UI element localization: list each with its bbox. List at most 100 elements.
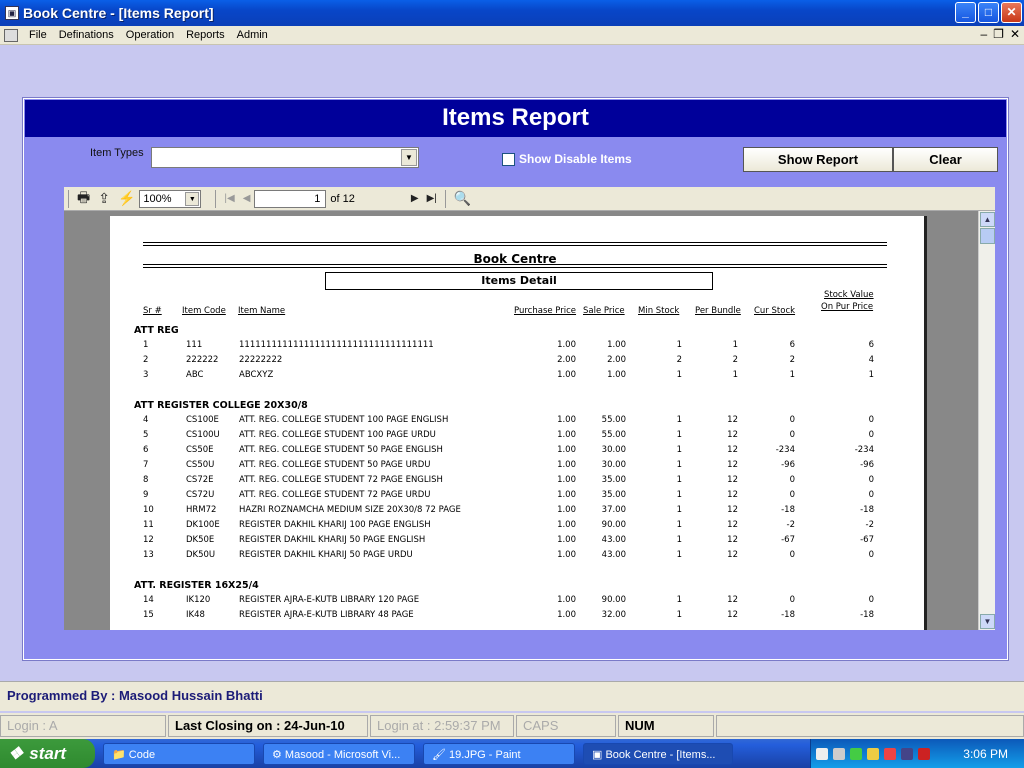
- cell-name: REGISTER DAKHIL KHARIJ 100 PAGE ENGLISH: [239, 520, 431, 530]
- app-icon[interactable]: ▣: [5, 6, 19, 20]
- child-close-icon[interactable]: ✕: [1010, 27, 1020, 41]
- status-caps: CAPS: [516, 715, 616, 737]
- network-icon[interactable]: [816, 747, 828, 760]
- cell-min: 1: [676, 505, 682, 515]
- cell-name: ATT. REG. COLLEGE STUDENT 100 PAGE ENGLI…: [239, 415, 449, 425]
- menu-file[interactable]: File: [23, 29, 53, 41]
- col-stock-value: Stock Value: [824, 290, 874, 300]
- cell-cur: 0: [789, 490, 795, 500]
- first-page-icon[interactable]: |◀: [224, 193, 234, 204]
- cell-sp: 35.00: [601, 475, 626, 485]
- start-button[interactable]: ❖ start: [0, 739, 95, 768]
- scroll-down-icon[interactable]: ▼: [980, 614, 995, 629]
- table-row: 10 HRM72 HAZRI ROZNAMCHA MEDIUM SIZE 20X30…: [110, 505, 924, 519]
- cell-sp: 55.00: [601, 430, 626, 440]
- title-bar: ▣ Book Centre - [Items Report] _ □ ✕: [0, 0, 1024, 26]
- cell-pp: 1.00: [557, 520, 576, 530]
- clear-button[interactable]: Clear: [893, 147, 998, 172]
- cell-sv: -2: [865, 520, 874, 530]
- tray-icon[interactable]: [884, 747, 896, 760]
- scroll-thumb[interactable]: [980, 228, 995, 244]
- cell-code: DK50E: [186, 535, 215, 545]
- scroll-up-icon[interactable]: ▲: [980, 212, 995, 227]
- show-disable-label: Show Disable Items: [519, 152, 632, 166]
- cell-per: 12: [727, 490, 738, 500]
- cell-sv: -234: [854, 445, 874, 455]
- tray-icon[interactable]: [833, 747, 845, 760]
- menu-reports[interactable]: Reports: [180, 29, 231, 41]
- close-button[interactable]: ✕: [1001, 2, 1022, 23]
- cell-pp: 1.00: [557, 550, 576, 560]
- cell-sr: 2: [143, 355, 149, 365]
- next-page-icon[interactable]: ▶: [411, 193, 419, 204]
- cell-per: 12: [727, 610, 738, 620]
- page-number-input[interactable]: 1: [254, 189, 327, 208]
- task-label: Masood - Microsoft Vi...: [284, 748, 401, 761]
- window-title: Book Centre - [Items Report]: [23, 5, 214, 21]
- cell-min: 1: [676, 370, 682, 380]
- cell-sr: 9: [143, 490, 149, 500]
- col-sale: Sale Price: [583, 306, 625, 316]
- show-disable-checkbox[interactable]: Show Disable Items: [502, 152, 632, 166]
- cell-cur: -234: [775, 445, 795, 455]
- item-types-select[interactable]: ▼: [151, 147, 419, 168]
- table-row: 2 222222 22222222 2.00 2.00 2 2 2 4: [110, 355, 924, 369]
- cell-cur: -18: [781, 610, 795, 620]
- task-book-centre[interactable]: ▣ Book Centre - [Items...: [583, 742, 733, 765]
- programmed-by: Programmed By : Masood Hussain Bhatti: [0, 681, 1024, 711]
- task-code[interactable]: 📁 Code: [103, 742, 255, 765]
- cell-sv: -67: [860, 535, 874, 545]
- cell-sr: 15: [143, 610, 154, 620]
- child-restore-icon[interactable]: ❐: [993, 27, 1004, 41]
- cell-per: 12: [727, 445, 738, 455]
- search-binoculars-icon[interactable]: 🔍: [454, 190, 471, 207]
- col-on-pur-price: On Pur Price: [821, 302, 874, 312]
- zoom-select[interactable]: 100% ▼: [139, 189, 202, 208]
- tray-icon[interactable]: [850, 747, 862, 760]
- table-row: 9 CS72U ATT. REG. COLLEGE STUDENT 72 PAGE …: [110, 490, 924, 504]
- chevron-down-icon[interactable]: ▼: [185, 191, 200, 206]
- cell-name: ATT. REG. COLLEGE STUDENT 50 PAGE URDU: [239, 460, 431, 470]
- task-paint[interactable]: 🖌 19.JPG - Paint: [423, 742, 575, 765]
- col-per: Per Bundle: [695, 306, 741, 316]
- cell-sv: 0: [868, 595, 874, 605]
- cell-cur: 1: [789, 370, 795, 380]
- status-bar: Login : A Last Closing on : 24-Jun-10 Lo…: [0, 713, 1024, 739]
- cell-sv: 4: [868, 355, 874, 365]
- system-tray: 3:06 PM: [810, 739, 1024, 768]
- cell-min: 1: [676, 340, 682, 350]
- print-icon[interactable]: 🖶: [77, 187, 90, 211]
- cell-min: 1: [676, 520, 682, 530]
- task-vb[interactable]: ⚙ Masood - Microsoft Vi...: [263, 742, 415, 765]
- menu-admin[interactable]: Admin: [231, 29, 274, 41]
- chevron-down-icon[interactable]: ▼: [401, 149, 417, 166]
- cell-name: ATT. REG. COLLEGE STUDENT 50 PAGE ENGLIS…: [239, 445, 443, 455]
- show-report-button[interactable]: Show Report: [743, 147, 893, 172]
- cell-name: REGISTER AJRA-E-KUTB LIBRARY 120 PAGE: [239, 595, 420, 605]
- cell-cur: 0: [789, 595, 795, 605]
- cell-sr: 14: [143, 595, 154, 605]
- cell-name: REGISTER DAKHIL KHARIJ 50 PAGE URDU: [239, 550, 413, 560]
- checkbox-box[interactable]: [502, 152, 515, 166]
- export-icon[interactable]: ⇪: [98, 190, 110, 207]
- cell-pp: 1.00: [557, 475, 576, 485]
- cell-cur: -67: [781, 535, 795, 545]
- cell-sr: 5: [143, 430, 149, 440]
- menu-definations[interactable]: Definations: [53, 29, 120, 41]
- refresh-lightning-icon[interactable]: ⚡: [118, 190, 135, 207]
- prev-page-icon[interactable]: ◀: [243, 193, 251, 204]
- cell-sp: 2.00: [607, 355, 626, 365]
- child-minimize-icon[interactable]: –: [980, 27, 987, 41]
- shield-icon[interactable]: [918, 747, 930, 760]
- mdi-child-icon[interactable]: [4, 28, 18, 42]
- last-page-icon[interactable]: ▶|: [427, 193, 437, 204]
- cell-code: 111: [186, 340, 203, 350]
- cell-min: 1: [676, 445, 682, 455]
- maximize-button[interactable]: □: [978, 2, 999, 23]
- minimize-button[interactable]: _: [955, 2, 976, 23]
- menu-operation[interactable]: Operation: [120, 29, 180, 41]
- tray-icon[interactable]: [867, 747, 879, 760]
- tray-icon[interactable]: [901, 747, 913, 760]
- vertical-scrollbar[interactable]: ▲ ▼: [978, 211, 995, 630]
- cell-pp: 1.00: [557, 430, 576, 440]
